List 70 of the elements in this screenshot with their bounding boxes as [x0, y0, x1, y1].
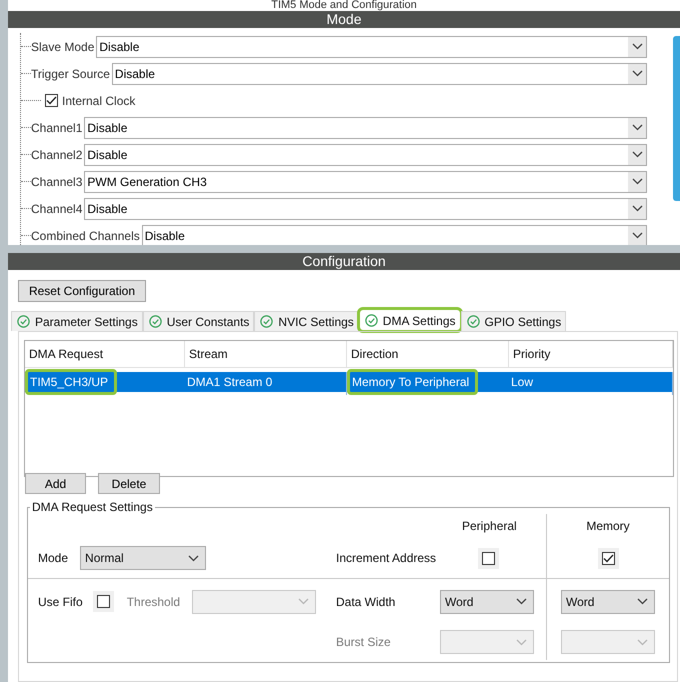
checkbox[interactable] [96, 595, 110, 608]
column-header: Direction [347, 341, 509, 368]
chevron-down-icon [637, 638, 648, 646]
table-cell: TIM5_CH3/UP [25, 369, 118, 395]
field-label: Channel1 [31, 120, 84, 134]
field-label: Trigger Source [31, 66, 111, 80]
check-circle-icon [17, 315, 30, 328]
chevron-down-icon [632, 70, 642, 77]
field-label: Mode [38, 551, 68, 565]
dropdown[interactable]: PWM Generation CH3 [84, 170, 647, 192]
chevron-down-icon [632, 43, 642, 50]
dropdown[interactable]: Word [561, 590, 655, 614]
checkbox[interactable] [482, 552, 495, 564]
section-header: Mode [8, 11, 680, 28]
chevron-down-icon [188, 554, 200, 562]
dropdown[interactable]: Disable [84, 144, 647, 166]
table-button[interactable]: Add [25, 473, 86, 494]
tab[interactable]: GPIO Settings [460, 311, 566, 331]
column-header: Stream [185, 341, 347, 368]
dropdown[interactable]: Disable [96, 36, 647, 58]
field-label: Data Width [336, 594, 396, 608]
field-label: Threshold [126, 594, 180, 608]
table-cell: Low [509, 372, 673, 395]
scrollbar-thumb[interactable] [673, 36, 680, 201]
field-label: Channel2 [31, 148, 84, 162]
chevron-down-icon [632, 124, 642, 131]
field-label: Burst Size [336, 635, 391, 649]
field-label: Channel3 [31, 174, 84, 188]
dropdown[interactable]: Disable [142, 224, 647, 245]
column-header: Priority [509, 341, 673, 368]
field-label: Channel4 [31, 202, 84, 216]
field-label: Slave Mode [31, 40, 96, 54]
table-cell: Memory To Peripheral [347, 369, 478, 395]
table-cell: DMA1 Stream 0 [185, 372, 347, 395]
window-title: TIM5 Mode and Configuration [8, 0, 680, 11]
dropdown[interactable]: Word [440, 590, 534, 614]
chevron-down-icon [632, 178, 642, 185]
dropdown[interactable]: Disable [112, 62, 647, 84]
chevron-down-icon [516, 638, 527, 646]
field-label: Increment Address [336, 551, 436, 565]
field-label: Combined Channels [31, 228, 141, 242]
checkbox-label: Internal Clock [62, 94, 136, 108]
tab[interactable]: Parameter Settings [11, 311, 143, 331]
dropdown[interactable]: Disable [84, 116, 647, 138]
field-label: Use Fifo [38, 594, 83, 608]
check-circle-icon [148, 315, 162, 328]
reset-button[interactable]: Reset Configuration [18, 280, 146, 302]
table-button[interactable]: Delete [98, 473, 160, 494]
chevron-down-icon [632, 205, 642, 212]
chevron-down-icon [516, 598, 527, 605]
section-header: Configuration [8, 253, 680, 270]
tab[interactable]: NVIC Settings [254, 311, 359, 331]
column-header: DMA Request [25, 341, 185, 368]
checkbox[interactable] [45, 94, 58, 107]
group-title: DMA Request Settings [31, 500, 154, 514]
column-heading: Memory [586, 519, 630, 533]
chevron-down-icon [298, 598, 310, 605]
dropdown[interactable]: Normal [80, 546, 206, 570]
chevron-down-icon [632, 232, 642, 239]
tab[interactable]: User Constants [142, 311, 254, 331]
tab[interactable]: DMA Settings [358, 309, 460, 331]
column-heading: Peripheral [462, 519, 517, 533]
checkbox[interactable] [602, 552, 614, 564]
table-row[interactable]: TIM5_CH3/UP DMA1 Stream 0 Memory To Peripheral Low [25, 372, 673, 392]
dropdown[interactable]: Disable [84, 198, 647, 220]
check-circle-icon [364, 314, 378, 327]
chevron-down-icon [637, 598, 648, 605]
chevron-down-icon [632, 151, 642, 158]
check-circle-icon [466, 315, 480, 328]
check-circle-icon [260, 315, 274, 328]
